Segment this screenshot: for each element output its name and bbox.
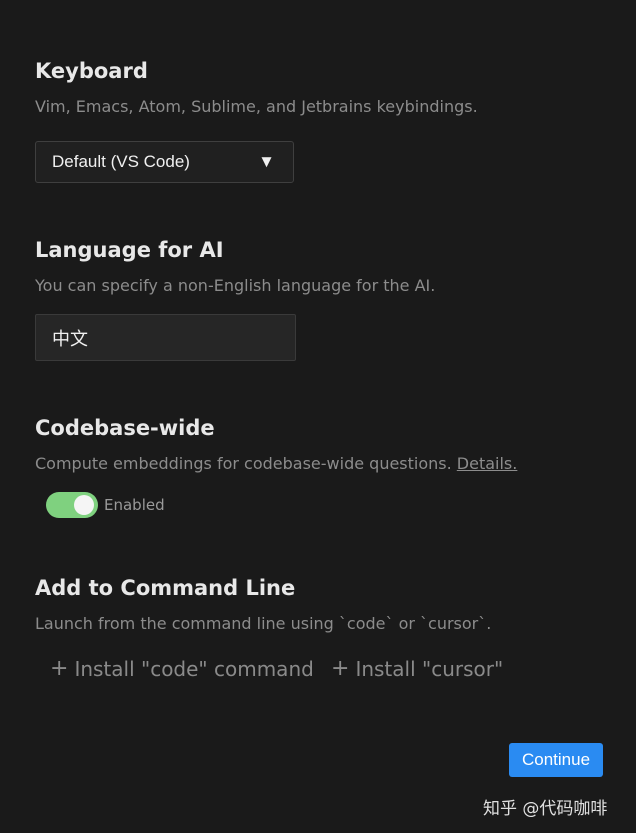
install-code-button[interactable]: + Install "code" command (50, 656, 314, 681)
command-line-description: Launch from the command line using `code… (35, 614, 492, 633)
language-input[interactable] (35, 314, 296, 361)
watermark: 知乎 @代码咖啡 (483, 799, 608, 819)
keyboard-description: Vim, Emacs, Atom, Sublime, and Jetbrains… (35, 97, 478, 116)
install-cursor-button[interactable]: + Install "cursor" (331, 656, 503, 681)
embeddings-toggle[interactable] (46, 492, 98, 518)
codebase-section: Codebase-wide Compute embeddings for cod… (35, 415, 517, 475)
language-description: You can specify a non-English language f… (35, 276, 436, 295)
toggle-knob (74, 495, 94, 515)
command-line-heading: Add to Command Line (35, 576, 296, 600)
keyboard-section: Keyboard Vim, Emacs, Atom, Sublime, and … (35, 58, 478, 118)
language-heading: Language for AI (35, 238, 224, 262)
plus-icon: + (50, 656, 69, 681)
install-code-label: Install "code" command (74, 656, 314, 681)
embeddings-toggle-row: Enabled (46, 492, 165, 518)
continue-button[interactable]: Continue (509, 743, 603, 777)
codebase-heading: Codebase-wide (35, 416, 215, 440)
plus-icon: + (331, 656, 350, 681)
keyboard-heading: Keyboard (35, 59, 148, 83)
chevron-down-icon: ▼ (258, 152, 275, 171)
command-line-section: Add to Command Line Launch from the comm… (35, 575, 491, 635)
keybinding-selected-value: Default (VS Code) (52, 152, 190, 171)
toggle-label: Enabled (104, 496, 165, 514)
codebase-description-row: Compute embeddings for codebase-wide que… (35, 453, 517, 475)
keybinding-select[interactable]: Default (VS Code) ▼ (35, 141, 294, 183)
codebase-description: Compute embeddings for codebase-wide que… (35, 454, 452, 473)
details-link[interactable]: Details. (457, 454, 518, 473)
install-cursor-label: Install "cursor" (355, 656, 504, 681)
language-section: Language for AI You can specify a non-En… (35, 237, 435, 297)
